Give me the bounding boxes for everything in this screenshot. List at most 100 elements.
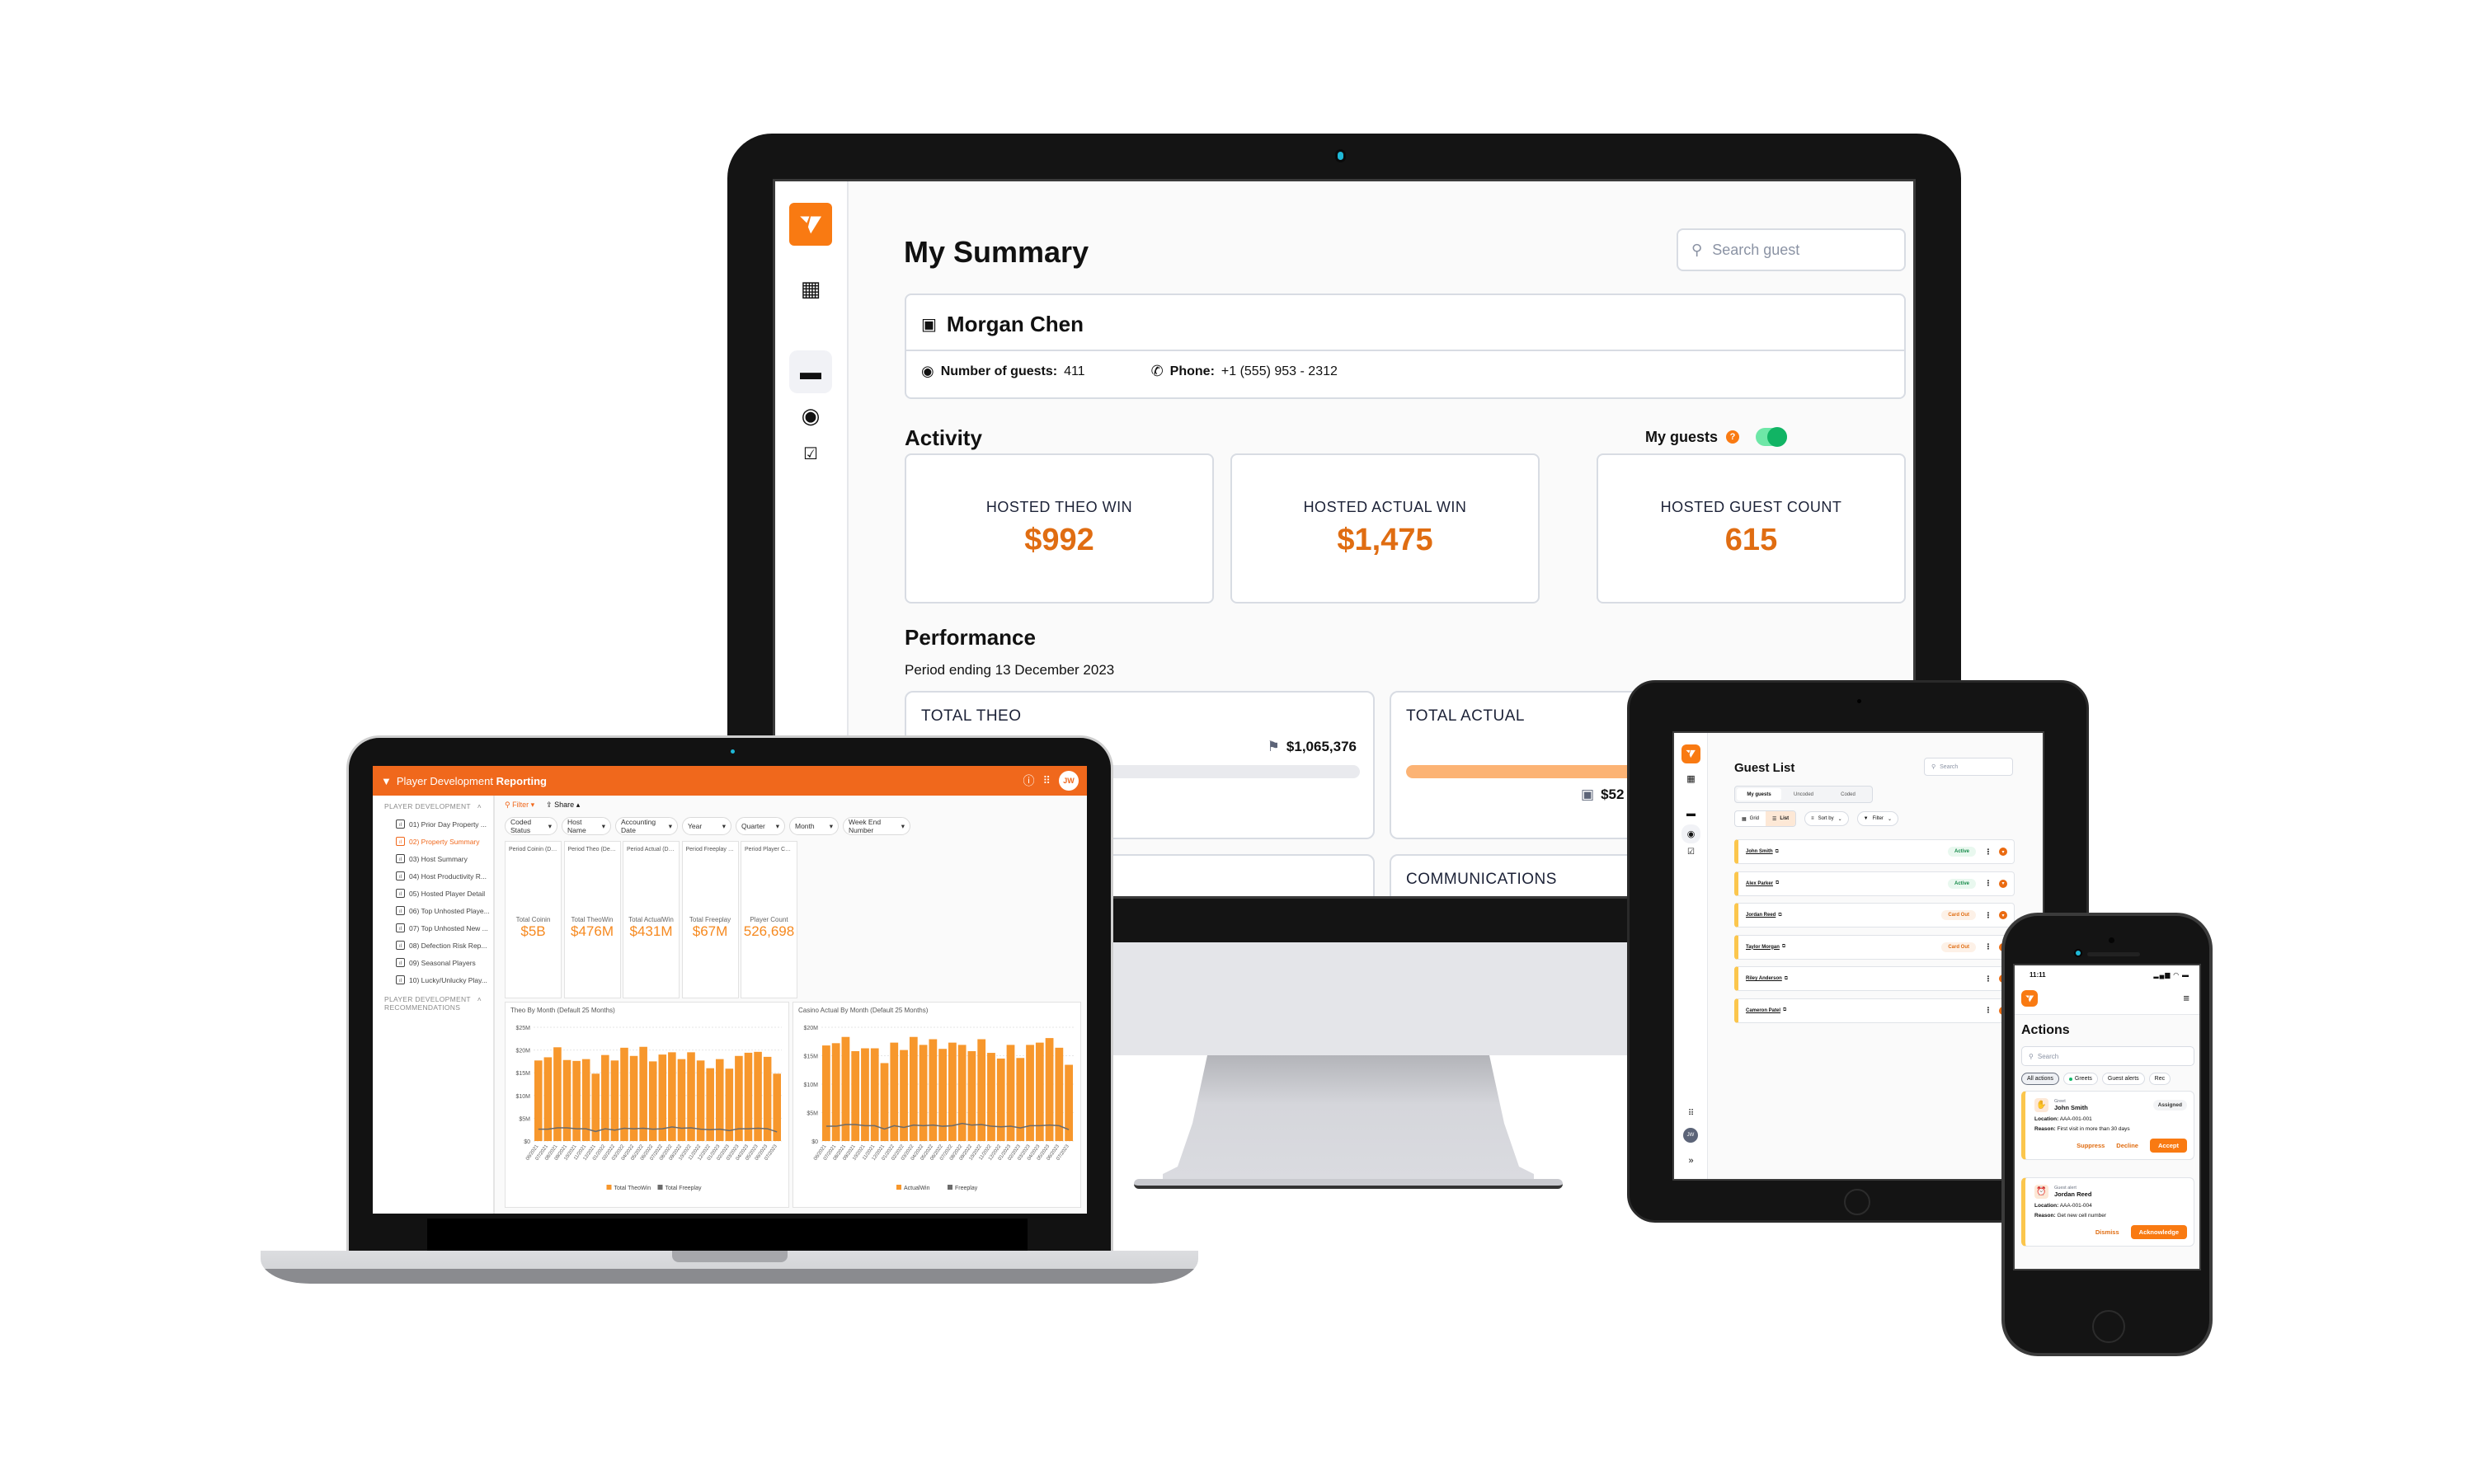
guest-row[interactable]: Taylor Morgan ⧉Card Out⋮▾ <box>1734 934 2015 960</box>
building-icon[interactable]: ▦ <box>1681 771 1700 786</box>
guest-name-link[interactable]: Taylor Morgan <box>1746 945 1780 950</box>
home-button[interactable] <box>1844 1189 1870 1215</box>
avatar[interactable]: JW <box>1683 1128 1698 1143</box>
status-badge: Active <box>1947 878 1976 889</box>
more-options-icon[interactable]: ⋮ <box>1984 974 1992 984</box>
help-icon[interactable]: ? <box>1726 430 1740 444</box>
sidebar-item[interactable]: ıl 02) Property Summary <box>373 833 493 850</box>
checklist-icon[interactable]: ☑ <box>1681 844 1700 859</box>
status-badge: Assigned <box>2152 1100 2187 1111</box>
sidebar-item[interactable]: ıl 05) Hosted Player Detail <box>373 885 493 902</box>
external-link-icon[interactable]: ⧉ <box>1778 913 1781 918</box>
sidebar-item[interactable]: ıl 06) Top Unhosted Playe... <box>373 902 493 919</box>
chevron-up-icon[interactable]: ˄ <box>477 802 482 810</box>
building-icon[interactable]: ▦ <box>789 272 832 305</box>
filter-dropdown[interactable]: Week End Number ▾ <box>843 817 910 835</box>
external-link-icon[interactable]: ⧉ <box>1782 944 1785 950</box>
external-link-icon[interactable]: ⧉ <box>1776 881 1779 886</box>
filter-dropdown[interactable]: Quarter ▾ <box>736 817 785 835</box>
expand-circle-icon[interactable]: ▾ <box>1999 848 2007 856</box>
my-guests-toggle[interactable] <box>1756 427 1788 447</box>
guest-row[interactable]: Riley Anderson ⧉⋮▾ <box>1734 966 2015 991</box>
filter-dropdown[interactable]: Coded Status ▾ <box>505 817 557 835</box>
suppress-button[interactable]: Suppress <box>2077 1142 2105 1149</box>
external-link-icon[interactable]: ⧉ <box>1776 849 1779 855</box>
more-options-icon[interactable]: ⋮ <box>1984 879 1992 888</box>
list-icon: ☰ <box>1772 816 1777 822</box>
filter-chip[interactable]: Guest alerts <box>2101 1073 2145 1085</box>
tab-coded[interactable]: Coded <box>1826 788 1870 801</box>
expand-circle-icon[interactable]: ▾ <box>1999 911 2007 919</box>
guest-name-link[interactable]: John Smith <box>1746 849 1773 854</box>
guest-row[interactable]: Alex Parker ⧉ Active ⋮ ▾ <box>1734 871 2015 896</box>
sidebar-item[interactable]: ıl 09) Seasonal Players <box>373 954 493 971</box>
sort-button[interactable]: ≡ Sort by ⌄ <box>1804 811 1849 826</box>
more-options-icon[interactable]: ⋮ <box>1984 942 1992 951</box>
home-button[interactable] <box>2092 1310 2125 1343</box>
user-circle-icon[interactable]: ◉ <box>789 397 832 434</box>
guest-row[interactable]: Jordan Reed ⧉ Card Out ⋮ ▾ <box>1734 903 2015 928</box>
external-link-icon[interactable]: ⧉ <box>1785 976 1788 982</box>
filter-button[interactable]: ▼ Filter ⌄ <box>1856 811 1898 826</box>
expand-icon[interactable]: » <box>1681 1153 1700 1168</box>
guest-name-link[interactable]: Jordan Reed <box>1746 913 1776 918</box>
more-options-icon[interactable]: ⋮ <box>1984 911 1992 920</box>
avatar[interactable]: JW <box>1059 771 1079 791</box>
sidebar-item[interactable]: ıl 01) Prior Day Property ... <box>373 815 493 833</box>
acknowledge-button[interactable]: Acknowledge <box>2130 1225 2187 1239</box>
filter-dropdown[interactable]: Year ▾ <box>682 817 731 835</box>
sidebar-item[interactable]: ıl 03) Host Summary <box>373 850 493 867</box>
accept-button[interactable]: Accept <box>2149 1139 2187 1153</box>
dashboard-icon[interactable]: ▬ <box>789 350 832 393</box>
guest-name-link[interactable]: Alex Parker <box>1746 881 1773 886</box>
help-icon[interactable]: ⓘ <box>1023 773 1034 789</box>
dashboard-icon[interactable]: ▬ <box>1681 806 1700 821</box>
sidebar-item-label: 07) Top Unhosted New ... <box>409 923 488 932</box>
logo-icon[interactable] <box>1681 744 1700 763</box>
search-input[interactable]: ⚲ Search <box>1924 758 2013 776</box>
y-tick-label: $0 <box>811 1139 818 1145</box>
checklist-icon[interactable]: ☑ <box>789 437 832 470</box>
expand-circle-icon[interactable]: ▾ <box>1999 879 2007 888</box>
decline-button[interactable]: Decline <box>2116 1142 2138 1149</box>
hamburger-menu-icon[interactable]: ≡ <box>2183 992 2189 1004</box>
logo-icon[interactable] <box>2021 990 2038 1007</box>
sidebar-item[interactable]: ıl 04) Host Productivity R... <box>373 867 493 885</box>
logo-icon[interactable] <box>789 203 832 246</box>
dismiss-button[interactable]: Dismiss <box>2095 1228 2119 1236</box>
phone-icon: ✆ <box>1150 363 1164 379</box>
guest-row[interactable]: Cameron Patel ⧉⋮▾ <box>1734 998 2015 1023</box>
monitor-stand-neck <box>1163 1055 1534 1179</box>
sidebar-item[interactable]: ıl 10) Lucky/Unlucky Play... <box>373 971 493 989</box>
user-circle-icon[interactable]: ◉ <box>1681 824 1700 843</box>
filter-dropdown[interactable]: Host Name ▾ <box>562 817 611 835</box>
guest-name-link[interactable]: Cameron Patel <box>1746 1008 1780 1013</box>
sidebar-item[interactable]: ıl 08) Defection Risk Rep... <box>373 937 493 954</box>
more-options-icon[interactable]: ⋮ <box>1984 1006 1992 1015</box>
apps-grid-icon[interactable]: ⠿ <box>1681 1106 1700 1120</box>
share-button[interactable]: ⇪ Share ▴ <box>546 801 580 810</box>
tab-my-guests[interactable]: My guests <box>1737 788 1781 801</box>
grid-view-button[interactable]: ▦ Grid <box>1735 811 1766 826</box>
camera-icon <box>731 749 735 754</box>
more-options-icon[interactable]: ⋮ <box>1984 848 1992 857</box>
external-link-icon[interactable]: ⧉ <box>1783 1007 1786 1013</box>
chevron-up-icon[interactable]: ˄ <box>477 995 482 1012</box>
filter-chip[interactable]: All actions <box>2021 1073 2059 1085</box>
guest-name-link[interactable]: Riley Anderson <box>1746 976 1782 981</box>
sidebar-item[interactable]: ıl 07) Top Unhosted New ... <box>373 919 493 937</box>
filter-chip[interactable]: Rec <box>2148 1073 2171 1085</box>
filter-button[interactable]: ⚲ Filter ▾ <box>505 801 534 810</box>
search-input[interactable]: ⚲ Search guest <box>1677 228 1906 271</box>
filter-dropdown[interactable]: Month ▾ <box>789 817 839 835</box>
laptop-notch <box>672 1251 788 1262</box>
bar <box>861 1048 869 1141</box>
guest-row[interactable]: John Smith ⧉ Active ⋮ ▾ <box>1734 839 2015 864</box>
filter-chip[interactable]: Greets <box>2062 1073 2098 1085</box>
apps-grid-icon[interactable]: ⠿ <box>1042 774 1051 787</box>
list-view-button[interactable]: ☰ List <box>1766 811 1796 826</box>
filter-dropdown[interactable]: Accounting Date ▾ <box>615 817 678 835</box>
tab-uncoded[interactable]: Uncoded <box>1781 788 1826 801</box>
host-card: ▣ Morgan Chen ◉ Number of guests: 411 ✆ … <box>905 294 1906 399</box>
search-input[interactable]: ⚲ Search <box>2021 1046 2194 1066</box>
